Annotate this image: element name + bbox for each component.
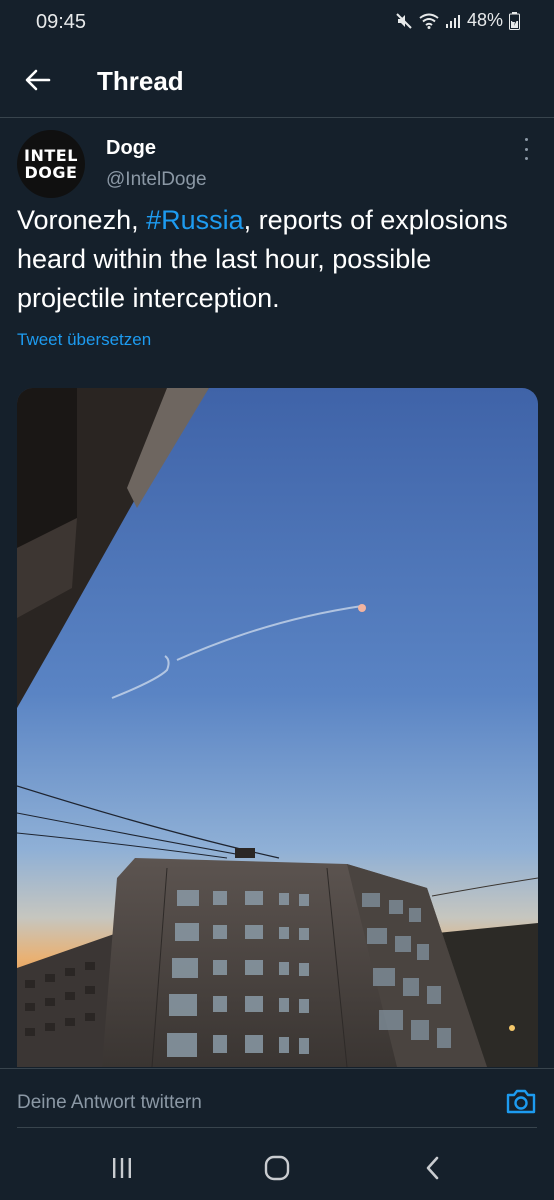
more-vertical-icon	[524, 138, 528, 141]
status-time: 09:45	[36, 11, 87, 33]
status-bar: 09:45 48%	[0, 0, 554, 44]
recents-icon	[113, 1158, 131, 1178]
status-icons: 48%	[395, 10, 520, 31]
avatar[interactable]: INTEL DOGE	[17, 130, 85, 198]
screen: 09:45 48% Thread INTEL DOGE Doge @IntelD…	[0, 0, 554, 1200]
hashtag-link[interactable]: #Russia	[146, 205, 244, 235]
battery-percent: 48%	[466, 10, 503, 30]
signal-icon	[445, 13, 461, 29]
tweet-text-start: Voronezh,	[17, 205, 147, 235]
wifi-icon	[419, 13, 439, 29]
camera-icon	[506, 1089, 536, 1114]
reply-divider	[17, 1127, 537, 1128]
arrow-left-icon	[25, 69, 51, 91]
back-icon	[426, 1156, 439, 1180]
system-back-button[interactable]	[418, 1155, 448, 1181]
avatar-text-line1: INTEL	[24, 146, 78, 165]
tweet-text: Voronezh, #Russia, reports of explosions…	[17, 201, 542, 318]
page-title: Thread	[97, 66, 184, 96]
tweet-photo[interactable]	[17, 388, 538, 1067]
more-options-button[interactable]	[516, 138, 536, 160]
translate-tweet-link[interactable]: Tweet übersetzen	[17, 330, 151, 350]
avatar-text-line2: DOGE	[24, 163, 78, 182]
reply-bar: Deine Antwort twittern	[0, 1068, 554, 1130]
recents-button[interactable]	[107, 1155, 137, 1181]
author-name[interactable]: Doge	[106, 137, 156, 160]
home-icon	[264, 1155, 290, 1181]
battery-icon	[509, 11, 520, 30]
thread-header: Thread	[0, 44, 554, 118]
author-handle[interactable]: @IntelDoge	[106, 169, 207, 191]
back-button[interactable]	[22, 64, 54, 96]
camera-button[interactable]	[505, 1087, 537, 1115]
home-button[interactable]	[262, 1155, 292, 1181]
mute-icon	[395, 12, 413, 30]
reply-input[interactable]: Deine Antwort twittern	[17, 1092, 202, 1114]
system-nav-bar	[0, 1135, 554, 1200]
